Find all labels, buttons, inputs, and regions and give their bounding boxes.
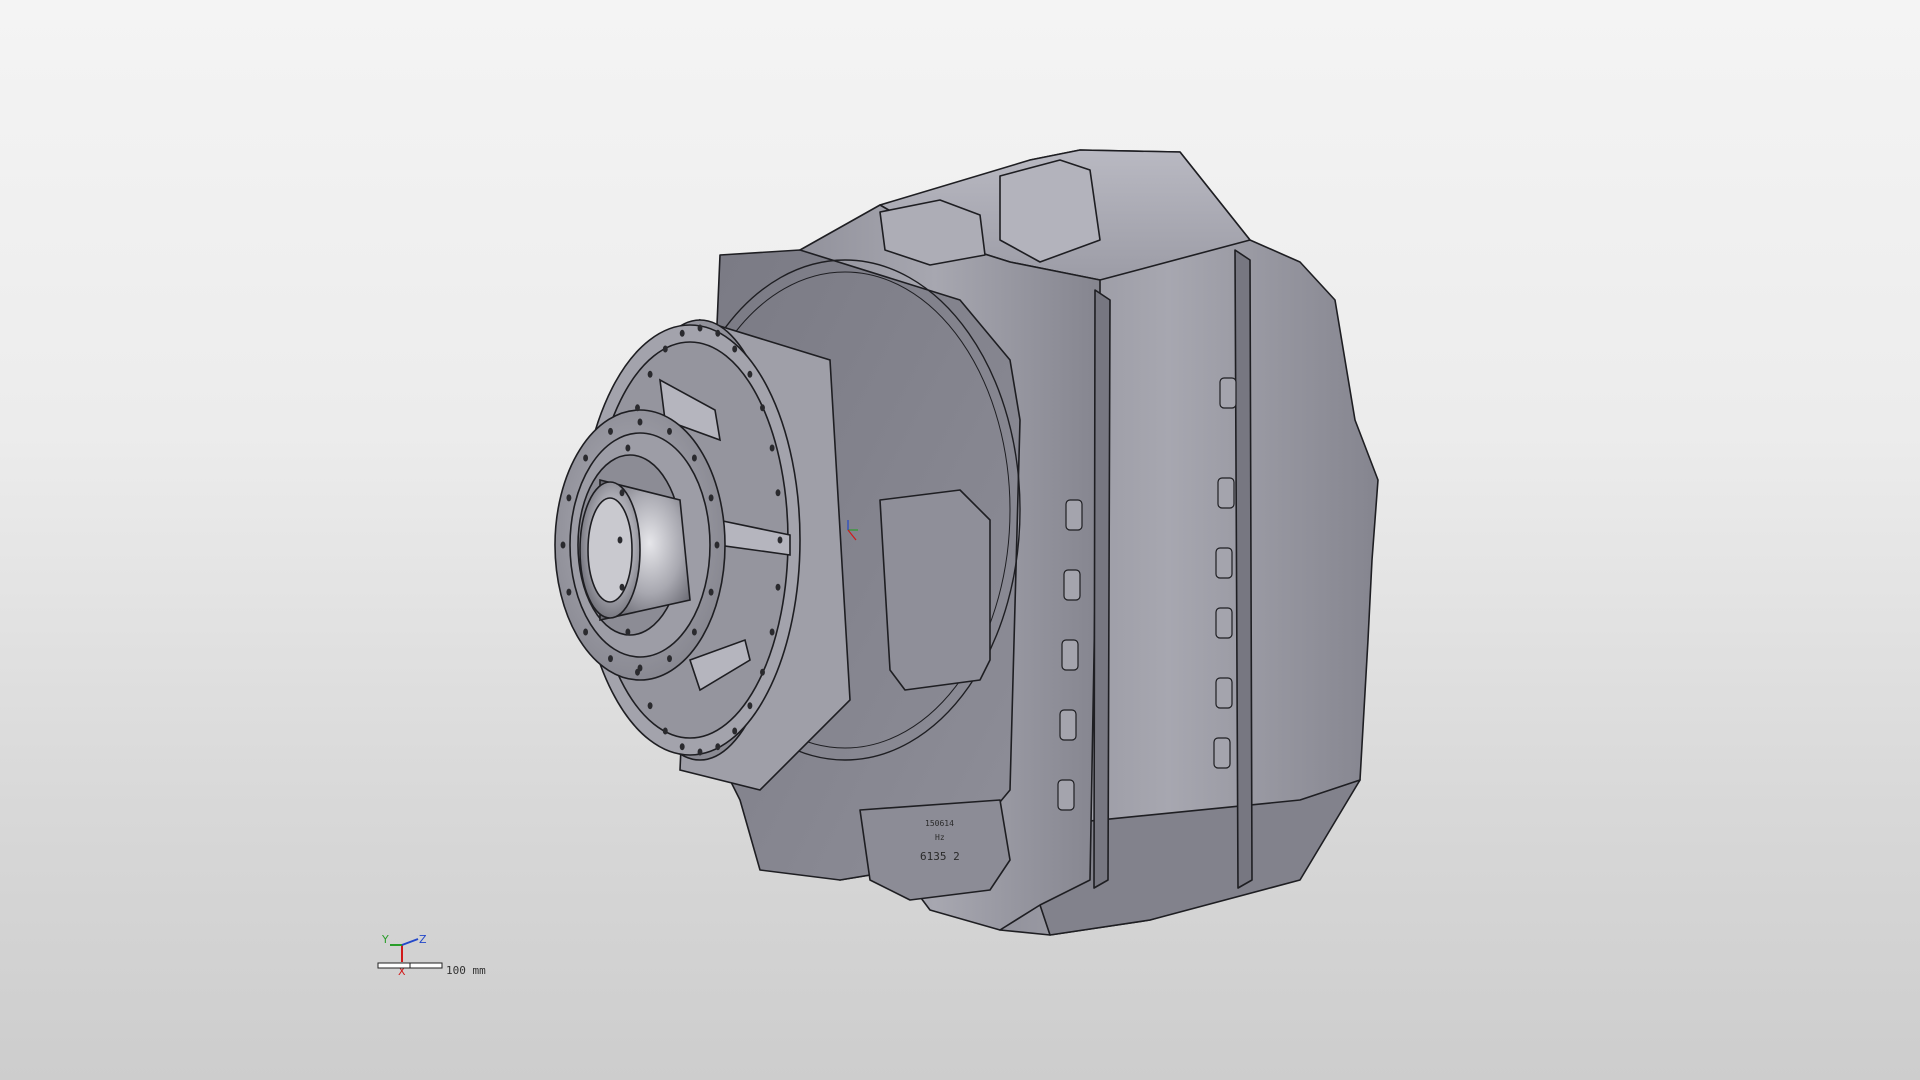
hub-bolt-hole [566, 588, 572, 596]
hub-bolt-hole [667, 655, 672, 663]
hub-bolt-hole [667, 427, 672, 435]
flange-bolt-hole [777, 536, 783, 544]
flange-bolt-hole [715, 743, 721, 751]
flange-bolt-hole [662, 727, 668, 735]
casting-mark-1: 150614 [925, 819, 954, 828]
flange-bolt-hole [747, 370, 753, 378]
flange-bolt-hole [732, 345, 738, 353]
gearbox-housing-model[interactable]: 150614 Hz 6135 2 [0, 0, 1920, 1080]
flange-bolt-hole [619, 583, 625, 591]
flange-bolt-hole [775, 489, 781, 497]
flange-bolt-hole [715, 329, 721, 337]
flange-bolt-hole [625, 628, 631, 636]
hub-bolt-hole [714, 541, 720, 549]
z-axis-line [401, 938, 419, 946]
flange-bolt-hole [760, 404, 765, 412]
flange-bolt-hole [635, 404, 640, 412]
flange-bolt-hole [679, 329, 685, 337]
hub-bolt-hole [583, 454, 589, 462]
flange-bolt-hole [760, 668, 765, 676]
hub-bolt-hole [583, 628, 589, 636]
flange-bolt-hole [625, 444, 631, 452]
hub-bolt-hole [708, 588, 714, 596]
hub-bolt-hole [566, 494, 572, 502]
flange-bolt-hole [747, 702, 753, 710]
casting-mark-3: 6135 2 [920, 850, 960, 863]
flange-bolt-hole [769, 628, 775, 636]
axis-triad: Y Z X [377, 935, 443, 978]
flange-bolt-hole [619, 489, 625, 497]
z-axis-label: Z [419, 935, 427, 946]
flange-bolt-hole [697, 748, 703, 756]
hub-bolt-hole [708, 494, 714, 502]
graphics-viewport[interactable]: 150614 Hz 6135 2 Y Z X 100 mm [0, 0, 1920, 1080]
flange-bolt-hole [697, 324, 703, 332]
y-axis-label: Y [381, 935, 389, 946]
flange-bolt-hole [617, 536, 623, 544]
flange-bolt-hole [647, 370, 653, 378]
hub-bolt-hole [637, 418, 643, 426]
output-flange-hub [554, 409, 726, 681]
flange-bolt-hole [647, 702, 653, 710]
scale-bar-label: 100 mm [446, 964, 486, 977]
flange-bolt-hole [732, 727, 738, 735]
flange-bolt-hole [635, 668, 640, 676]
hub-bolt-hole [608, 427, 613, 435]
hub-bolt-hole [608, 655, 613, 663]
casting-mark-2: Hz [935, 833, 945, 842]
flange-bolt-hole [775, 583, 781, 591]
flange-bolt-hole [662, 345, 668, 353]
hub-bolt-hole [691, 454, 697, 462]
hub-bolt-hole [560, 541, 566, 549]
flange-bolt-hole [769, 444, 775, 452]
flange-bolt-hole [679, 743, 685, 751]
hub-bolt-hole [691, 628, 697, 636]
